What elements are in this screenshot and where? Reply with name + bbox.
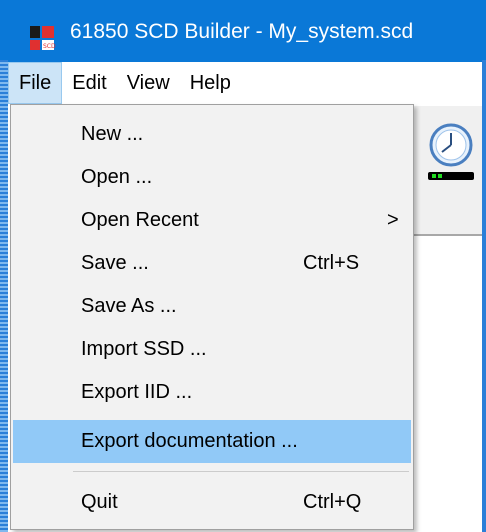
menu-item-label: Save As ... (81, 295, 177, 317)
menu-view-label: View (126, 71, 170, 94)
menu-item-export-iid[interactable]: Export IID ... (13, 371, 411, 414)
menu-item-save-as[interactable]: Save As ... (13, 285, 411, 328)
menu-help-label: Help (189, 71, 231, 94)
menu-item-export-documentation[interactable]: Export documentation ... (13, 420, 411, 463)
title-bar[interactable]: SCD 61850 SCD Builder - My_system.scd (0, 0, 486, 62)
file-menu-dropdown: New ... Open ... Open Recent > Save ... … (10, 104, 414, 530)
menu-edit[interactable]: Edit (62, 62, 116, 104)
device-icon[interactable] (428, 172, 474, 180)
menu-item-label: Open Recent (81, 209, 199, 231)
menu-item-label: Export documentation ... (81, 430, 298, 452)
menu-item-new[interactable]: New ... (13, 113, 411, 156)
menu-item-label: Export IID ... (81, 381, 193, 403)
menu-item-shortcut: Ctrl+S (303, 252, 360, 274)
menu-item-save[interactable]: Save ... Ctrl+S (13, 242, 411, 285)
menu-item-import-ssd[interactable]: Import SSD ... (13, 328, 411, 371)
window-title: 61850 SCD Builder - My_system.scd (70, 20, 414, 43)
menu-item-open-recent[interactable]: Open Recent > (13, 199, 411, 242)
menu-help[interactable]: Help (180, 62, 241, 104)
device-led-icon (432, 174, 436, 178)
menu-item-open[interactable]: Open ... (13, 156, 411, 199)
menu-file-label: File (19, 71, 52, 94)
clock-icon[interactable] (428, 122, 474, 168)
chevron-right-icon: > (387, 209, 399, 231)
menu-item-label: Open ... (81, 166, 153, 188)
menu-item-label: New ... (81, 123, 144, 145)
window-border-right (482, 60, 486, 532)
svg-text:SCD: SCD (43, 43, 56, 50)
scd-app-icon: SCD (28, 24, 56, 52)
device-led-icon (438, 174, 442, 178)
menu-item-shortcut: Ctrl+Q (303, 491, 362, 513)
menu-view[interactable]: View (117, 62, 180, 104)
app-window: SCD 61850 SCD Builder - My_system.scd Fi… (0, 0, 486, 532)
menu-item-label: Save ... (81, 252, 149, 274)
menu-file[interactable]: File (8, 62, 63, 104)
menu-edit-label: Edit (72, 71, 107, 94)
window-border-left (0, 60, 8, 532)
menu-item-label: Quit (81, 491, 118, 513)
menu-separator (73, 471, 409, 472)
menu-bar: File Edit View Help (8, 62, 482, 104)
menu-item-label: Import SSD ... (81, 338, 207, 360)
menu-item-quit[interactable]: Quit Ctrl+Q (13, 481, 411, 524)
